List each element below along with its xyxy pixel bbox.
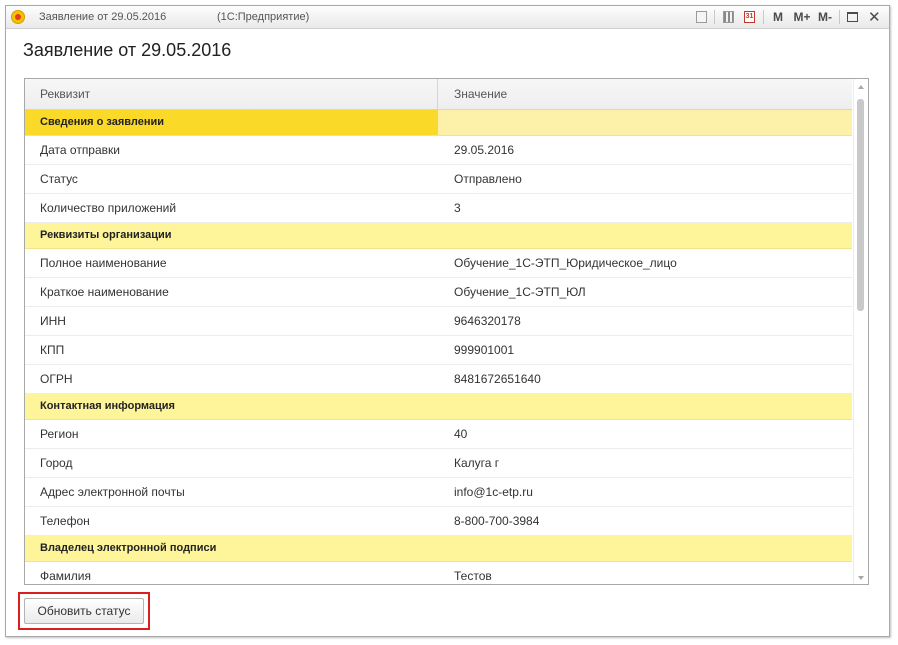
table-row[interactable]: Телефон 8-800-700-3984 xyxy=(25,507,852,536)
requisite-label: Статус xyxy=(40,172,78,186)
table-row[interactable]: КПП 999901001 xyxy=(25,336,852,365)
table-row[interactable]: Город Калуга г xyxy=(25,449,852,478)
scroll-up-icon[interactable] xyxy=(858,85,864,89)
requisite-label: ОГРН xyxy=(40,372,73,386)
requisite-value: 999901001 xyxy=(454,343,515,357)
column-header-requisite[interactable]: Реквизит xyxy=(25,79,438,109)
requisite-label: Краткое наименование xyxy=(40,285,169,299)
table-header: Реквизит Значение xyxy=(25,79,852,110)
requisite-value: 9646320178 xyxy=(454,314,521,328)
toolbar-separator xyxy=(839,10,840,24)
group-label: Контактная информация xyxy=(40,400,175,412)
requisite-label: Адрес электронной почты xyxy=(40,485,185,499)
table-row[interactable]: Регион 40 xyxy=(25,420,852,449)
requisite-value: 3 xyxy=(454,201,461,215)
table-row[interactable]: Дата отправки 29.05.2016 xyxy=(25,136,852,165)
table-row[interactable]: ОГРН 8481672651640 xyxy=(25,365,852,394)
window-app-name: (1С:Предприятие) xyxy=(217,11,310,23)
requisite-value: Калуга г xyxy=(454,456,500,470)
toolbar-separator xyxy=(763,10,764,24)
requisite-label: Телефон xyxy=(40,514,90,528)
requisite-label: Фамилия xyxy=(40,569,91,583)
1c-logo-icon[interactable] xyxy=(11,10,25,24)
requisite-label: Дата отправки xyxy=(40,143,120,157)
requisite-value: Тестов xyxy=(454,569,492,583)
requisite-label: ИНН xyxy=(40,314,66,328)
page-title: Заявление от 29.05.2016 xyxy=(23,40,232,60)
calendar-icon[interactable]: 31 xyxy=(744,11,755,23)
column-header-value[interactable]: Значение xyxy=(439,79,852,109)
requisite-value: 29.05.2016 xyxy=(454,143,515,157)
table-row[interactable]: Краткое наименование Обучение_1С-ЭТП_ЮЛ xyxy=(25,278,852,307)
group-label: Владелец электронной подписи xyxy=(40,542,217,554)
memory-subtract-button[interactable]: M- xyxy=(815,9,835,25)
requisites-table[interactable]: Реквизит Значение Сведения о заявлении Да… xyxy=(24,78,869,585)
table-row[interactable]: Полное наименование Обучение_1С-ЭТП_Юриди… xyxy=(25,249,852,278)
requisite-value: info@1c-etp.ru xyxy=(454,485,533,499)
title-bar: Заявление от 29.05.2016 (1С:Предприятие)… xyxy=(6,6,889,29)
requisite-value: Обучение_1С-ЭТП_ЮЛ xyxy=(454,285,586,299)
table-row[interactable]: ИНН 9646320178 xyxy=(25,307,852,336)
table-row[interactable]: Количество приложений 3 xyxy=(25,194,852,223)
table-row[interactable]: Адрес электронной почты info@1c-etp.ru xyxy=(25,478,852,507)
requisite-label: Регион xyxy=(40,427,79,441)
table-body: Сведения о заявлении Дата отправки 29.05.2… xyxy=(25,110,852,584)
calculator-icon[interactable] xyxy=(723,11,734,23)
requisite-value: 8481672651640 xyxy=(454,372,541,386)
table-group-row[interactable]: Реквизиты организации xyxy=(25,223,852,249)
group-label: Реквизиты организации xyxy=(40,229,172,241)
requisite-label: Полное наименование xyxy=(40,256,167,270)
maximize-icon[interactable] xyxy=(847,12,858,22)
toolbar-separator xyxy=(714,10,715,24)
table-group-row[interactable]: Владелец электронной подписи xyxy=(25,536,852,562)
requisite-value: 40 xyxy=(454,427,468,441)
requisite-value: Отправлено xyxy=(454,172,522,186)
memory-add-button[interactable]: M+ xyxy=(792,9,812,25)
annotation-highlight-box xyxy=(18,592,150,630)
requisite-label: КПП xyxy=(40,343,65,357)
requisite-value: Обучение_1С-ЭТП_Юридическое_лицо xyxy=(454,256,677,270)
print-icon[interactable] xyxy=(696,11,707,23)
vertical-scrollbar[interactable] xyxy=(853,79,868,584)
scroll-down-icon[interactable] xyxy=(858,576,864,580)
table-group-row[interactable]: Сведения о заявлении xyxy=(25,110,852,136)
requisite-value: 8-800-700-3984 xyxy=(454,514,540,528)
requisite-label: Город xyxy=(40,456,73,470)
group-label: Сведения о заявлении xyxy=(40,116,165,128)
table-group-row[interactable]: Контактная информация xyxy=(25,394,852,420)
form-window: Заявление от 29.05.2016 (1С:Предприятие)… xyxy=(5,5,890,637)
requisite-label: Количество приложений xyxy=(40,201,177,215)
memory-button[interactable]: M xyxy=(772,9,784,25)
window-title: Заявление от 29.05.2016 xyxy=(39,11,167,23)
close-icon[interactable]: ✕ xyxy=(868,8,881,26)
table-row[interactable]: Фамилия Тестов xyxy=(25,562,852,584)
scrollbar-thumb[interactable] xyxy=(857,99,864,311)
table-row[interactable]: Статус Отправлено xyxy=(25,165,852,194)
